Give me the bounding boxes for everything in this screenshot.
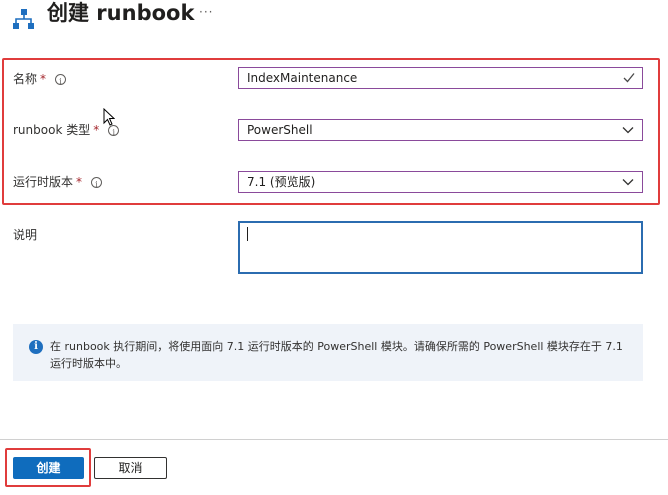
- name-label: 名称: [13, 72, 38, 86]
- text-caret: [247, 227, 248, 241]
- page-header: 创建 runbook ···: [0, 0, 668, 32]
- type-label: runbook 类型: [13, 123, 91, 137]
- checkmark-icon: [623, 73, 635, 83]
- chevron-down-icon: [622, 127, 634, 134]
- description-label: 说明: [13, 228, 38, 242]
- required-mark: *: [93, 123, 100, 137]
- runtime-value: 7.1 (预览版): [247, 175, 316, 189]
- runtime-label-row: 运行时版本 *: [13, 174, 103, 193]
- required-mark: *: [40, 72, 47, 86]
- cancel-button[interactable]: 取消: [94, 457, 167, 479]
- chevron-down-icon: [622, 179, 634, 186]
- type-value: PowerShell: [247, 123, 313, 137]
- name-label-row: 名称 *: [13, 71, 67, 90]
- info-icon: i: [29, 340, 43, 354]
- description-textarea[interactable]: [238, 221, 643, 274]
- info-banner-text: 在 runbook 执行期间，将使用面向 7.1 运行时版本的 PowerShe…: [50, 340, 623, 370]
- info-banner: i 在 runbook 执行期间，将使用面向 7.1 运行时版本的 PowerS…: [13, 324, 643, 381]
- create-button[interactable]: 创建: [13, 457, 84, 479]
- required-mark: *: [76, 175, 83, 189]
- more-icon[interactable]: ···: [199, 2, 213, 22]
- name-input[interactable]: IndexMaintenance: [238, 67, 643, 89]
- runbook-type-select[interactable]: PowerShell: [238, 119, 643, 141]
- page-title: 创建 runbook: [47, 1, 195, 25]
- runtime-label: 运行时版本: [13, 175, 74, 189]
- mouse-cursor-icon: [103, 108, 115, 126]
- runbook-logo-icon: [13, 9, 34, 29]
- description-label-row: 说明: [13, 227, 37, 243]
- info-icon[interactable]: [55, 73, 67, 90]
- name-value: IndexMaintenance: [247, 71, 358, 85]
- footer-divider: [0, 439, 668, 440]
- runtime-version-select[interactable]: 7.1 (预览版): [238, 171, 643, 193]
- info-icon[interactable]: [91, 176, 103, 193]
